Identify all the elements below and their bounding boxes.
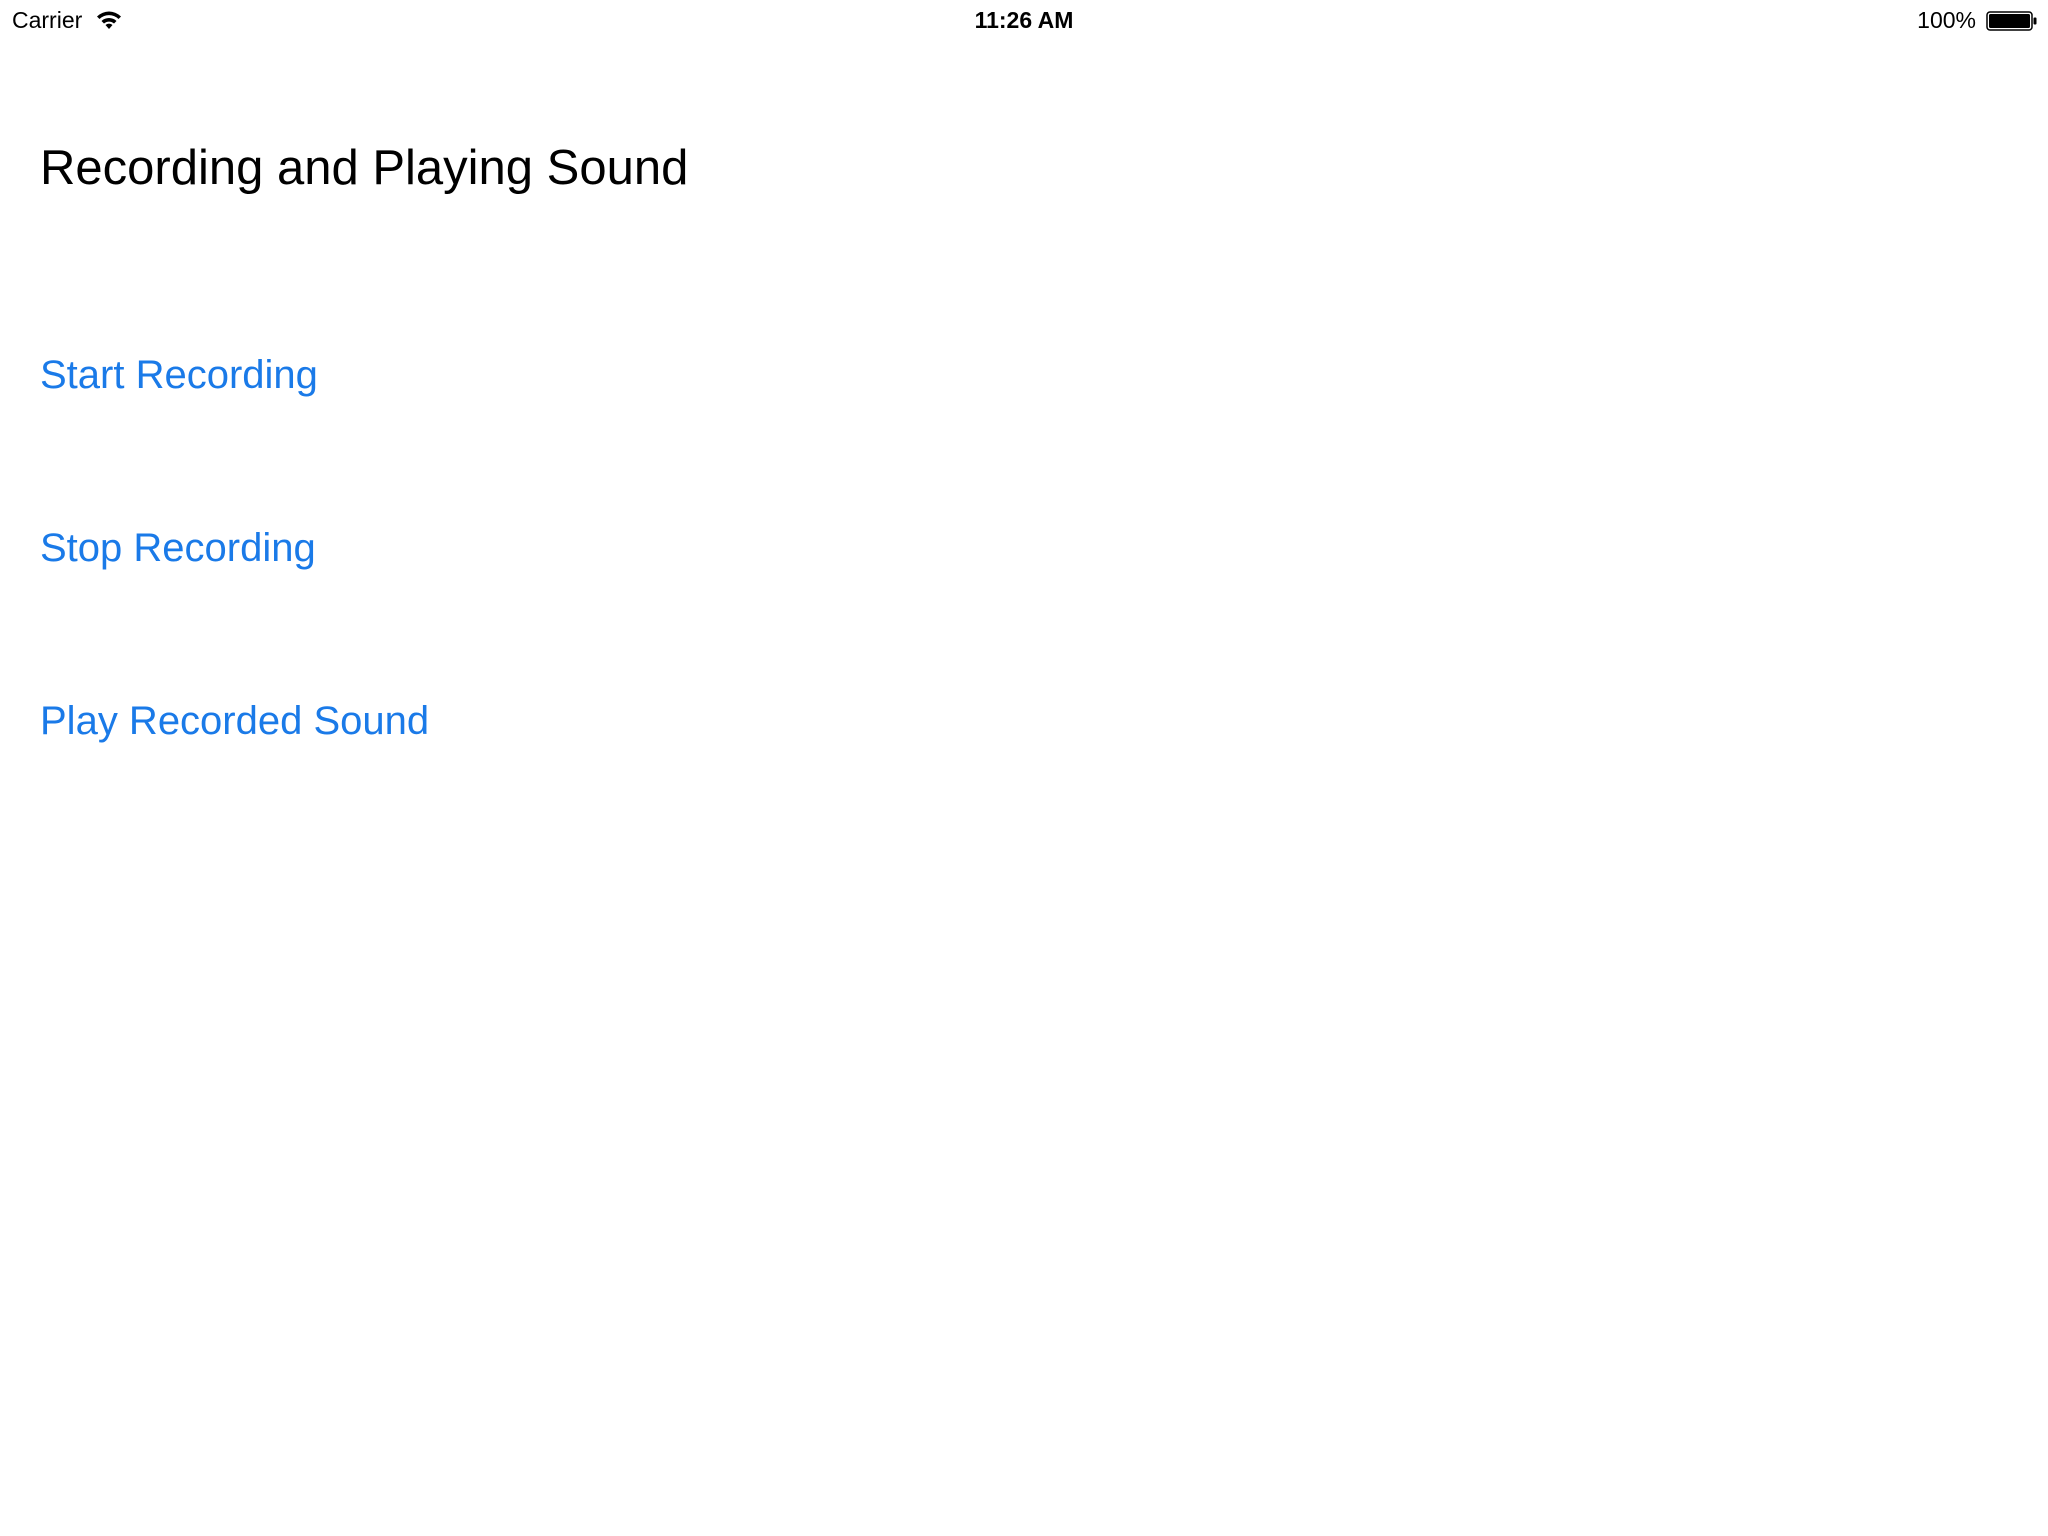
screen: Carrier 11:26 AM 100% Recording and Play…	[0, 0, 2048, 1536]
page-title: Recording and Playing Sound	[40, 141, 689, 195]
status-right: 100%	[1917, 7, 2038, 34]
play-recorded-sound-button[interactable]: Play Recorded Sound	[40, 699, 429, 744]
battery-percent: 100%	[1917, 7, 1976, 33]
status-bar: Carrier 11:26 AM 100%	[0, 0, 2048, 40]
status-time: 11:26 AM	[974, 7, 1074, 33]
start-recording-button[interactable]: Start Recording	[40, 353, 318, 398]
stop-recording-button[interactable]: Stop Recording	[40, 526, 316, 571]
battery-icon	[1986, 10, 2038, 32]
